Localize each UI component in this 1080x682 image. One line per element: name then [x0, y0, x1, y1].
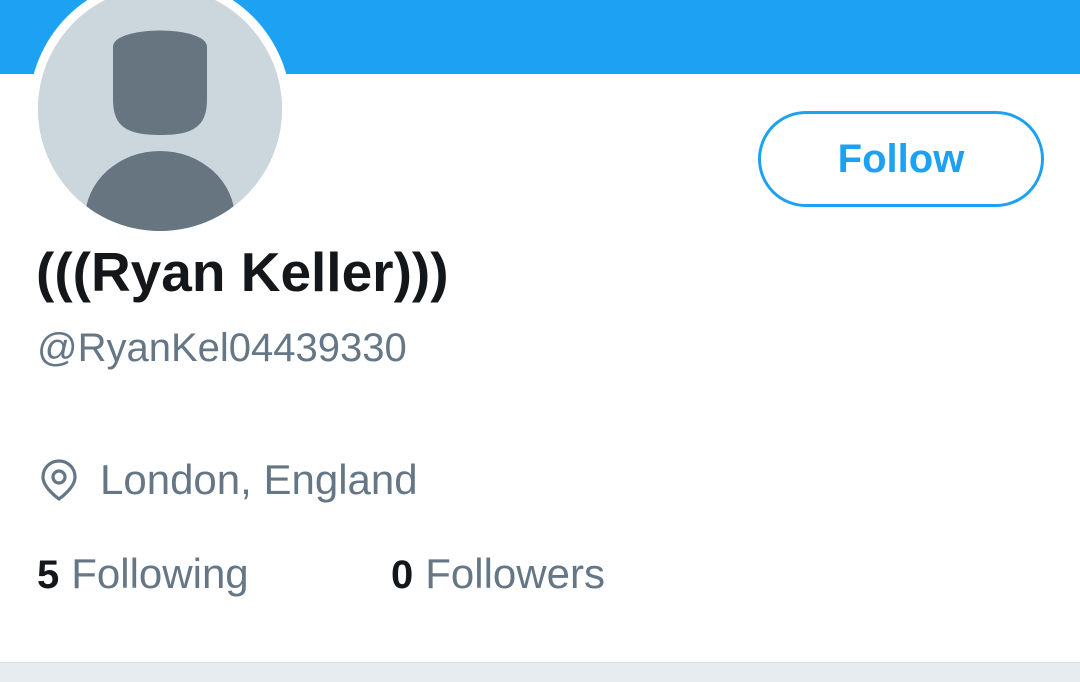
followers-count: 0 [391, 553, 414, 597]
section-divider [0, 662, 1080, 682]
location-pin-icon [38, 458, 80, 502]
follow-button[interactable]: Follow [758, 111, 1044, 207]
followers-label: Followers [425, 550, 605, 597]
following-label: Following [71, 550, 249, 597]
followers-stat[interactable]: 0 Followers [391, 550, 605, 600]
display-name: (((Ryan Keller))) [36, 241, 449, 303]
following-stat[interactable]: 5 Following [37, 550, 249, 600]
user-handle: @RyanKel04439330 [37, 326, 407, 370]
following-count: 5 [37, 553, 60, 597]
location-text: London, England [100, 456, 418, 503]
location: London, England [38, 455, 418, 505]
